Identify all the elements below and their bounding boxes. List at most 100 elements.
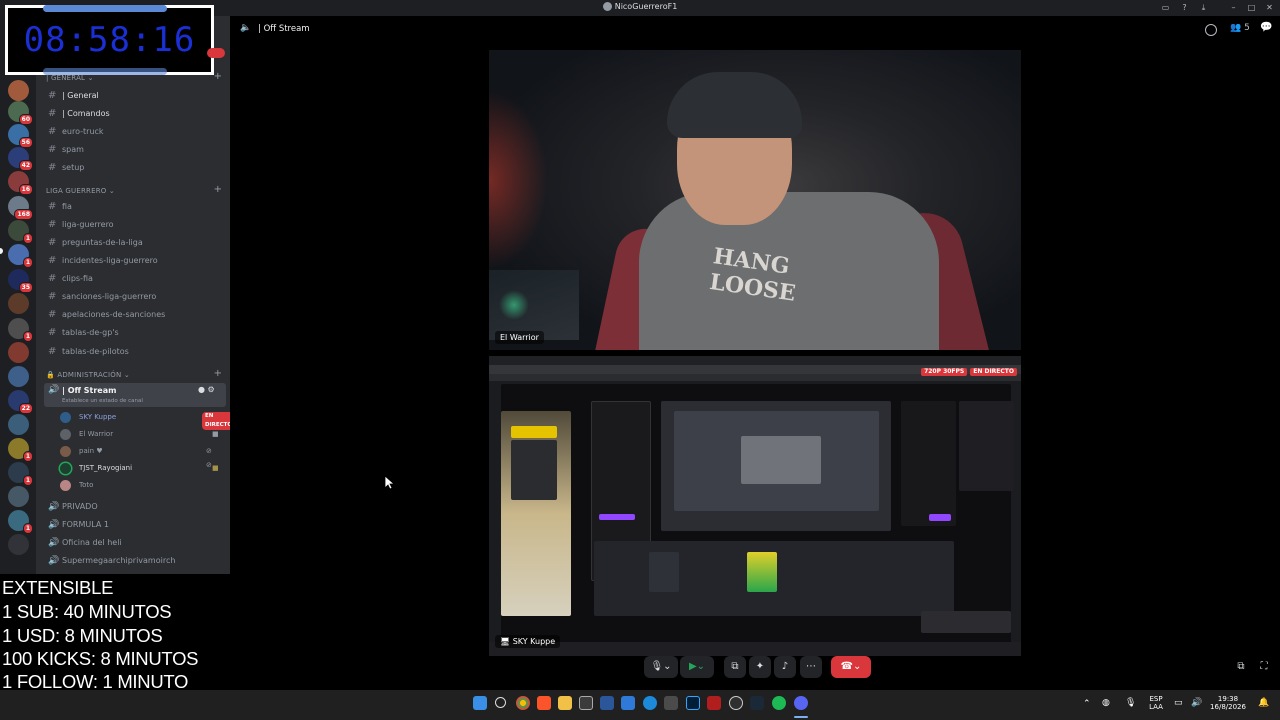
channel-label: spam [62,145,84,154]
popout-icon[interactable]: ⧉ [1233,656,1249,678]
server-icon[interactable]: 42 [8,147,33,171]
voice-channel[interactable]: 🔊 FORMULA 1 [36,517,230,533]
channel-item[interactable]: # sanciones-liga-guerrero [36,289,230,305]
spotify-icon[interactable] [772,696,786,710]
inbox-icon[interactable]: ▭ [1160,3,1171,13]
camera-tile[interactable]: HANG LOOSE El Warrior [489,50,1021,350]
photoshop-icon[interactable] [686,696,700,710]
hash-icon: # [48,291,57,302]
server-icon[interactable]: 168 [8,196,33,220]
channel-euro-truck[interactable]: # euro-truck [36,124,230,140]
folder-icon[interactable] [558,696,572,710]
server-icon[interactable] [8,342,29,363]
channel-item[interactable]: # tablas-de-pilotos [36,344,230,360]
server-icon[interactable] [8,486,29,507]
activity-icon[interactable] [1205,24,1217,36]
voice-channel-off-stream[interactable]: 🔊 | Off Stream Establece un estado de ca… [44,383,226,407]
shared-obs-dock [649,552,679,592]
screenshare-button[interactable]: ⧉ [724,656,746,678]
more-options-button[interactable]: ⋯ [800,656,822,678]
server-icon[interactable]: 22 [8,390,33,414]
server-icon[interactable]: 1 [8,318,33,342]
edge-icon[interactable] [643,696,657,710]
windows-taskbar: ⌃ ◍ 🎙 ESP LAA ▭ 🔊 19:38 16/8/2026 🔔 [0,690,1280,720]
download-icon[interactable]: ⤓ [1198,3,1209,13]
activities-button[interactable]: ✦ [749,656,771,678]
server-icon[interactable]: 35 [8,269,33,293]
channel-item[interactable]: # clips-fia [36,271,230,287]
channel-item[interactable]: # tablas-de-gp's [36,325,230,341]
app-icon[interactable] [621,696,635,710]
app-icon[interactable] [707,696,721,710]
add-channel-icon[interactable]: + [214,71,222,82]
tray-overflow-icon[interactable]: ⌃ [1083,699,1091,709]
member-count[interactable]: 👥 5 [1230,23,1250,33]
channel-item[interactable]: # preguntas-de-la-liga [36,235,230,251]
mute-button[interactable]: 🎙⌄ [644,656,678,678]
volume-icon[interactable]: 🔊 [1191,698,1202,708]
screenshare-tile[interactable]: 720P 30FPS EN DIRECTO 🖥 SKY Kuppe [489,356,1021,656]
obs-icon[interactable] [729,696,743,710]
help-icon[interactable]: ? [1179,3,1190,13]
channel-item[interactable]: # liga-guerrero [36,217,230,233]
clock[interactable]: 19:38 16/8/2026 [1208,695,1248,711]
maximize-button[interactable]: □ [1246,3,1257,13]
brave-icon[interactable] [537,696,551,710]
category-label: LIGA GUERRERO [46,187,107,195]
channel-item[interactable]: # fia [36,199,230,215]
server-icon[interactable]: 1 [8,220,33,244]
server-icon[interactable]: 60 [8,101,33,125]
minimize-button[interactable]: – [1228,3,1239,13]
category-general[interactable]: | GENERAL ⌄ [46,74,94,82]
channel-item[interactable]: # apelaciones-de-sanciones [36,307,230,323]
voice-channel[interactable]: 🔊 Oficina del heli [36,535,230,551]
fullscreen-icon[interactable]: ⛶ [1256,656,1272,678]
server-icon[interactable]: 56 [8,124,33,148]
notification-icon[interactable]: 🔔 [1258,698,1269,708]
category-liga[interactable]: LIGA GUERRERO ⌄ [46,187,115,195]
server-icon[interactable]: 1 [8,244,33,268]
channel-comandos[interactable]: # | Comandos [36,106,230,122]
channel-actions-icons[interactable]: ● ⚙ [198,383,215,397]
start-icon[interactable] [473,696,487,710]
channel-spam[interactable]: # spam [36,142,230,158]
server-icon[interactable] [8,293,29,314]
server-icon[interactable]: 1 [8,438,33,462]
chrome-icon[interactable] [516,696,530,710]
discord-icon[interactable] [794,696,808,710]
voice-channel[interactable]: 🔊 PRIVADO [36,499,230,515]
channel-label: apelaciones-de-sanciones [62,310,166,319]
tray-mic-icon[interactable]: 🎙 [1125,698,1136,708]
add-channel-icon[interactable]: + [214,184,222,195]
avatar [60,429,71,440]
server-icon[interactable]: 1 [8,510,33,534]
shared-obs-preview-inner [741,436,821,484]
disconnect-button[interactable]: ☎⌄ [831,656,871,678]
channel-general[interactable]: # | General [36,88,230,104]
server-icon[interactable]: 16 [8,171,33,195]
steam-icon[interactable] [750,696,764,710]
server-icon[interactable]: 1 [8,462,33,486]
category-admin[interactable]: 🔒 ADMINISTRACIÓN ⌄ [46,371,130,379]
word-icon[interactable] [600,696,614,710]
tray-app-icon[interactable]: ◍ [1102,698,1110,708]
soundboard-button[interactable]: ♪ [774,656,796,678]
server-icon[interactable] [8,80,29,101]
search-icon[interactable] [495,697,506,708]
add-channel-icon[interactable]: + [214,368,222,379]
channel-status-placeholder[interactable]: Establece un estado de canal [62,397,143,405]
app-icon[interactable] [579,696,593,710]
chat-icon[interactable]: 💬 [1260,22,1272,33]
language-indicator[interactable]: ESP LAA [1144,695,1168,711]
app-icon[interactable] [664,696,678,710]
camera-button[interactable]: ▶⌄ [680,656,714,678]
network-icon[interactable]: ▭ [1174,698,1183,708]
channel-item[interactable]: # incidentes-liga-guerrero [36,253,230,269]
voice-user-name: Toto [79,481,94,489]
channel-setup[interactable]: # setup [36,160,230,176]
close-button[interactable]: ✕ [1264,3,1275,13]
server-icon[interactable] [8,414,29,435]
server-icon[interactable] [8,366,29,387]
server-icon[interactable] [8,534,29,555]
voice-channel[interactable]: 🔊 Supermegaarchiprivamoirch [36,553,230,569]
